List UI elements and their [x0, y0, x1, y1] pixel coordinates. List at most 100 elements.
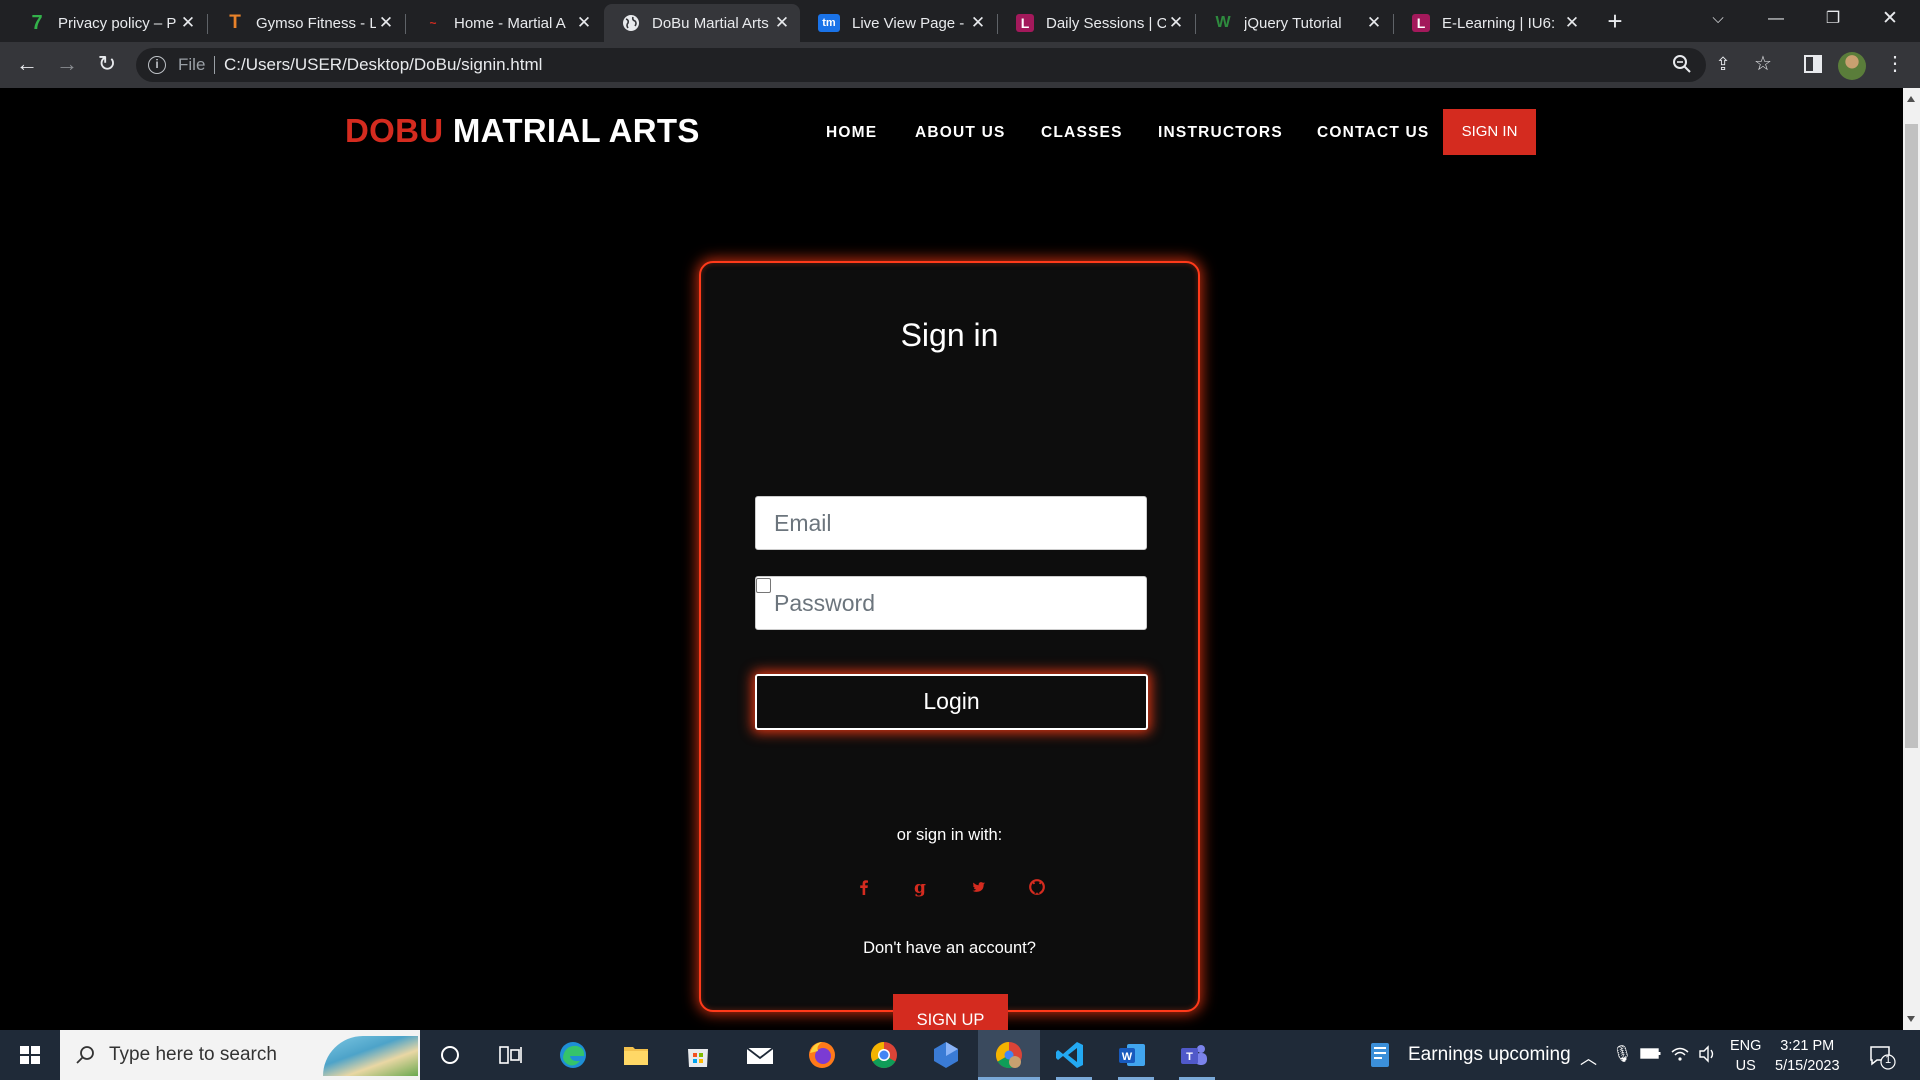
- close-tab-icon[interactable]: ✕: [1562, 13, 1582, 33]
- page-viewport: DOBU MATRIAL ARTS HOME ABOUT US CLASSES …: [0, 88, 1903, 1030]
- reload-button[interactable]: ↻: [92, 50, 122, 80]
- tab-favicon-icon: W: [1215, 14, 1231, 31]
- system-clock[interactable]: 3:21 PM 5/15/2023: [1775, 1036, 1840, 1076]
- tab-live-view-page[interactable]: tm Live View Page - ✕: [800, 4, 996, 42]
- tab-jquery-tutorial[interactable]: W jQuery Tutorial ✕: [1196, 4, 1392, 42]
- close-tab-icon[interactable]: ✕: [1364, 13, 1384, 33]
- edge-icon[interactable]: [555, 1037, 591, 1073]
- nav-home[interactable]: HOME: [826, 124, 877, 142]
- nav-contact-us[interactable]: CONTACT US: [1317, 124, 1429, 142]
- tab-home-martial-arts[interactable]: ~ Home - Martial A ✕: [406, 4, 602, 42]
- windows-taskbar: Type here to search W T Earnings upcomin…: [0, 1030, 1920, 1080]
- tab-daily-sessions[interactable]: L Daily Sessions | C ✕: [998, 4, 1194, 42]
- power-automate-icon[interactable]: [928, 1037, 964, 1073]
- back-button[interactable]: ←: [12, 50, 42, 80]
- logo-part-red: DOBU: [345, 112, 444, 149]
- microsoft-store-icon[interactable]: [680, 1037, 716, 1073]
- notifications-icon[interactable]: 1: [1868, 1042, 1896, 1073]
- facebook-icon[interactable]: [852, 875, 876, 899]
- tray-chevron-up-icon[interactable]: ︿: [1580, 1044, 1597, 1069]
- github-icon[interactable]: [1025, 875, 1049, 899]
- nav-sign-in-button[interactable]: SIGN IN: [1443, 109, 1536, 155]
- close-tab-icon[interactable]: ✕: [772, 13, 792, 33]
- battery-icon[interactable]: [1640, 1045, 1662, 1064]
- no-account-text: Don't have an account?: [863, 939, 1036, 957]
- remember-password-label[interactable]: Remember password: [778, 574, 954, 596]
- login-button[interactable]: Login: [755, 674, 1148, 730]
- volume-icon[interactable]: [1698, 1045, 1718, 1066]
- firefox-icon[interactable]: [804, 1037, 840, 1073]
- search-highlight-image: [323, 1036, 418, 1076]
- profile-avatar[interactable]: [1838, 52, 1866, 80]
- wifi-icon[interactable]: [1670, 1045, 1690, 1066]
- minimize-button[interactable]: —: [1748, 0, 1804, 40]
- nav-classes[interactable]: CLASSES: [1041, 124, 1123, 142]
- bookmark-star-icon[interactable]: ☆: [1748, 50, 1778, 80]
- zoom-icon[interactable]: [1670, 54, 1694, 76]
- site-logo[interactable]: DOBU MATRIAL ARTS: [345, 112, 700, 150]
- chrome-profile-icon[interactable]: [991, 1037, 1027, 1073]
- news-widget-text[interactable]: Earnings upcoming: [1408, 1044, 1571, 1066]
- microphone-icon[interactable]: 🎙: [1612, 1044, 1632, 1064]
- tab-search-chevron-icon[interactable]: ⌵: [1690, 0, 1746, 40]
- clock-time: 3:21 PM: [1780, 1038, 1835, 1054]
- scroll-down-arrow-icon[interactable]: [1907, 1016, 1915, 1022]
- page-scrollbar[interactable]: [1903, 88, 1920, 1030]
- url-text[interactable]: C:/Users/USER/Desktop/DoBu/signin.html: [224, 55, 542, 75]
- taskbar-search-placeholder[interactable]: Type here to search: [109, 1044, 277, 1066]
- task-view-icon[interactable]: [492, 1037, 528, 1073]
- form-title: Sign in: [900, 317, 999, 353]
- tab-favicon-icon: L: [1412, 14, 1430, 32]
- address-bar[interactable]: i File C:/Users/USER/Desktop/DoBu/signin…: [136, 48, 1706, 82]
- svg-text:g: g: [914, 878, 926, 898]
- word-icon[interactable]: W: [1114, 1037, 1150, 1073]
- email-field[interactable]: [755, 496, 1147, 550]
- tab-gymso-fitness[interactable]: T Gymso Fitness - L ✕: [208, 4, 404, 42]
- globe-icon: [622, 14, 640, 32]
- close-tab-icon[interactable]: ✕: [574, 13, 594, 33]
- teams-icon[interactable]: T: [1175, 1037, 1211, 1073]
- input-language[interactable]: ENG US: [1730, 1036, 1761, 1076]
- scroll-up-arrow-icon[interactable]: [1907, 96, 1915, 102]
- region-code: US: [1735, 1058, 1756, 1074]
- vscode-icon[interactable]: [1052, 1037, 1088, 1073]
- taskbar-search-box[interactable]: Type here to search: [60, 1030, 420, 1080]
- tab-title: DoBu Martial Arts: [652, 14, 769, 32]
- close-tab-icon[interactable]: ✕: [376, 13, 396, 33]
- tab-dobu-martial-arts[interactable]: DoBu Martial Arts ✕: [604, 4, 800, 42]
- remember-password-checkbox[interactable]: [756, 578, 771, 593]
- scroll-thumb[interactable]: [1905, 124, 1918, 748]
- tab-title: Live View Page -: [852, 14, 965, 32]
- restore-button[interactable]: ❐: [1805, 0, 1861, 40]
- news-widget-icon[interactable]: [1365, 1037, 1397, 1073]
- nav-instructors[interactable]: INSTRUCTORS: [1158, 124, 1283, 142]
- close-tab-icon[interactable]: ✕: [968, 13, 988, 33]
- mail-icon[interactable]: [742, 1037, 778, 1073]
- menu-kebab-icon[interactable]: ⋮: [1880, 50, 1910, 80]
- tab-favicon-icon: L: [1016, 14, 1034, 32]
- nav-about-us[interactable]: ABOUT US: [915, 124, 1006, 142]
- notification-count: 1: [1885, 1054, 1892, 1066]
- twitter-icon[interactable]: [966, 875, 990, 899]
- new-tab-button[interactable]: +: [1600, 7, 1630, 37]
- tab-title: Daily Sessions | C: [1046, 14, 1166, 32]
- cortana-icon[interactable]: [432, 1037, 468, 1073]
- close-window-button[interactable]: ✕: [1862, 0, 1918, 40]
- info-icon[interactable]: i: [148, 56, 166, 74]
- close-tab-icon[interactable]: ✕: [178, 13, 198, 33]
- google-icon[interactable]: g: [908, 875, 932, 899]
- chrome-icon[interactable]: [866, 1037, 902, 1073]
- tab-strip: 7 Privacy policy – P ✕ T Gymso Fitness -…: [0, 0, 1920, 42]
- share-icon[interactable]: ⇪: [1708, 50, 1738, 80]
- file-explorer-icon[interactable]: [618, 1037, 654, 1073]
- forward-button[interactable]: →: [52, 50, 82, 80]
- tab-title: E-Learning | IU6:: [1442, 14, 1556, 32]
- windows-start-button[interactable]: [0, 1030, 60, 1080]
- tab-favicon-icon: 7: [31, 11, 43, 34]
- tab-e-learning[interactable]: L E-Learning | IU6: ✕: [1394, 4, 1590, 42]
- close-tab-icon[interactable]: ✕: [1166, 13, 1186, 33]
- side-panel-icon[interactable]: [1798, 50, 1828, 80]
- tab-privacy-policy[interactable]: 7 Privacy policy – P ✕: [10, 4, 206, 42]
- logo-part-white: MATRIAL ARTS: [452, 112, 700, 149]
- sign-up-button[interactable]: SIGN UP: [893, 994, 1008, 1030]
